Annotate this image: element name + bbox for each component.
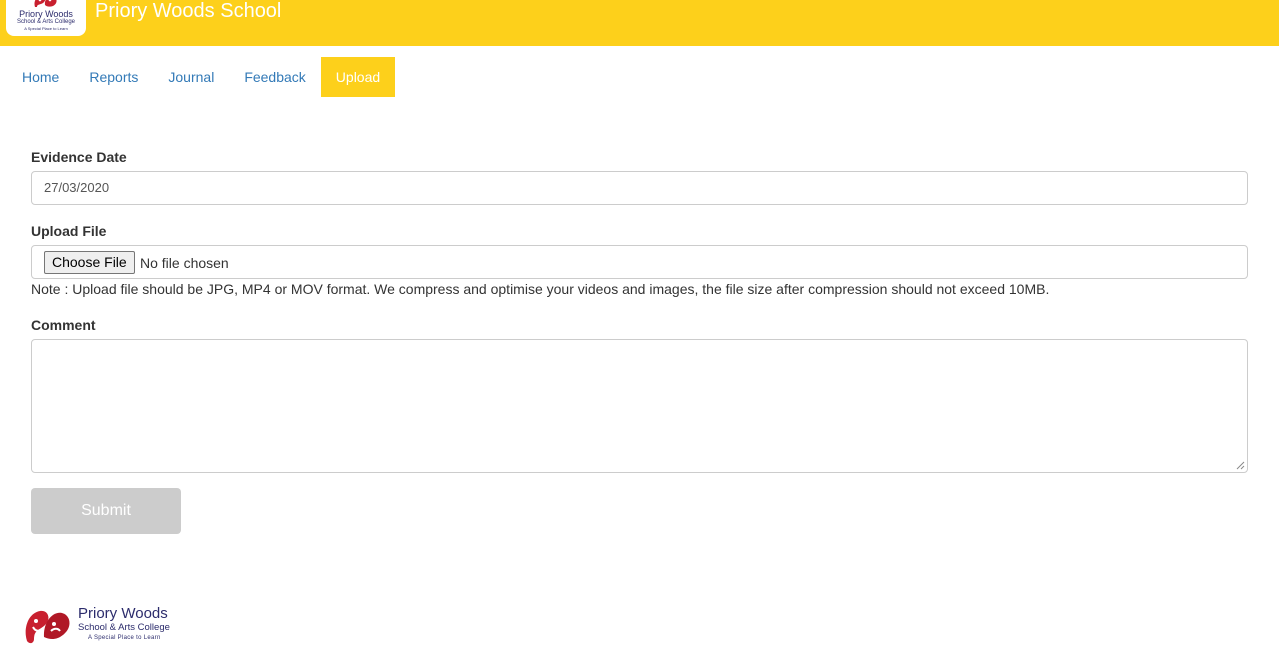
header-bar: Priory Woods School & Arts College A Spe…	[0, 0, 1279, 46]
footer-logo-tagline: A Special Place to Learn	[88, 635, 161, 641]
logo-subtitle: School & Arts College	[16, 19, 76, 25]
nav-tab-reports[interactable]: Reports	[74, 57, 153, 97]
upload-note: Note : Upload file should be JPG, MP4 or…	[31, 281, 1050, 297]
file-input[interactable]: Choose File No file chosen	[31, 245, 1248, 279]
school-logo[interactable]: Priory Woods School & Arts College A Spe…	[6, 0, 86, 36]
nav-tab-journal[interactable]: Journal	[153, 57, 229, 97]
nav-tab-feedback[interactable]: Feedback	[229, 57, 320, 97]
choose-file-button[interactable]: Choose File	[44, 251, 135, 274]
resize-grip-icon[interactable]	[1235, 460, 1245, 470]
submit-button[interactable]: Submit	[31, 488, 181, 534]
logo-name: Priory Woods	[19, 9, 73, 19]
comment-textarea[interactable]	[31, 339, 1248, 473]
nav-tab-home[interactable]: Home	[7, 57, 74, 97]
logo-mark-icon	[25, 610, 70, 644]
footer-logo: Priory Woods School & Arts College A Spe…	[24, 604, 184, 648]
evidence-date-input[interactable]: 27/03/2020	[31, 171, 1248, 205]
logo-tagline: A Special Place to Learn	[24, 26, 68, 31]
logo-mark-icon	[34, 0, 57, 7]
nav-tab-upload[interactable]: Upload	[320, 57, 396, 97]
evidence-date-label: Evidence Date	[31, 149, 127, 165]
footer-logo-name: Priory Woods	[78, 605, 168, 622]
file-status-text: No file chosen	[140, 255, 229, 271]
site-title[interactable]: Priory Woods School	[95, 0, 281, 22]
main-nav: Home Reports Journal Feedback Upload	[7, 57, 396, 97]
footer-logo-subtitle: School & Arts College	[78, 622, 170, 633]
upload-file-label: Upload File	[31, 223, 107, 239]
comment-label: Comment	[31, 317, 96, 333]
